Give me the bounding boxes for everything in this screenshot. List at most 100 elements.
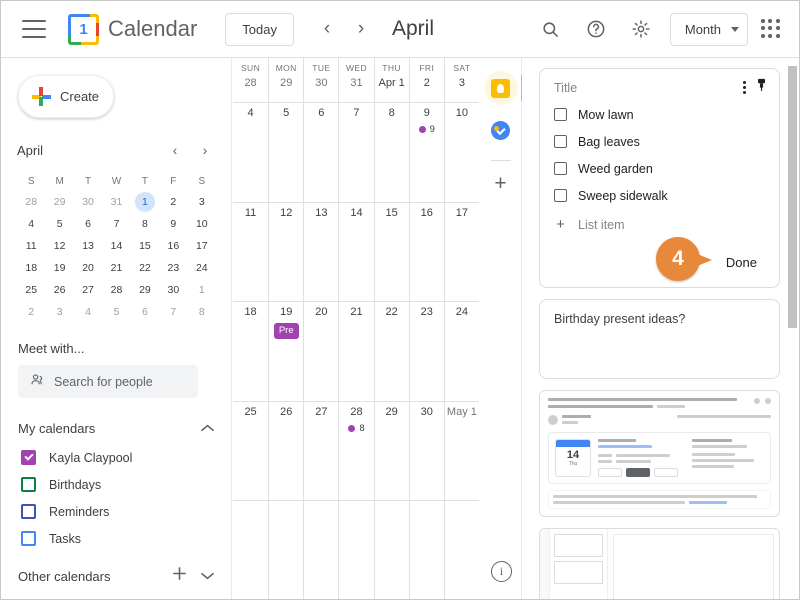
month-grid-day-cell[interactable]: 24 xyxy=(443,302,479,401)
calendar-event[interactable]: 9 xyxy=(418,124,435,135)
day-number[interactable]: 9 xyxy=(424,107,430,119)
month-grid-day-cell[interactable]: 22 xyxy=(373,302,409,401)
calendar-checkbox[interactable] xyxy=(21,450,36,465)
mini-calendar-day[interactable]: 18 xyxy=(17,257,45,279)
mini-calendar-day[interactable]: 15 xyxy=(131,235,159,257)
mini-calendar-day[interactable]: 29 xyxy=(131,279,159,301)
day-number[interactable]: 27 xyxy=(315,406,327,418)
mini-calendar-day[interactable]: 24 xyxy=(188,257,216,279)
mini-calendar-day[interactable]: 10 xyxy=(188,213,216,235)
month-grid-day-cell[interactable] xyxy=(443,501,479,599)
day-number[interactable]: 18 xyxy=(244,306,256,318)
calendar-checkbox[interactable] xyxy=(21,531,36,546)
day-number[interactable]: 6 xyxy=(318,107,324,119)
help-icon[interactable] xyxy=(580,13,612,45)
google-tasks-icon[interactable] xyxy=(484,113,518,147)
mini-calendar-day[interactable]: 9 xyxy=(159,213,187,235)
day-number[interactable]: 5 xyxy=(283,107,289,119)
day-number[interactable]: 15 xyxy=(386,207,398,219)
month-grid-day-cell[interactable]: 17 xyxy=(443,202,479,302)
month-grid-day-cell[interactable]: 19 Pre xyxy=(268,302,303,401)
mini-calendar-day[interactable]: 16 xyxy=(159,235,187,257)
day-number[interactable]: 25 xyxy=(244,406,256,418)
keep-note-document-screenshot[interactable] xyxy=(539,528,780,599)
mini-calendar-day[interactable]: 12 xyxy=(45,235,73,257)
day-number[interactable]: 4 xyxy=(248,107,254,119)
month-grid-day-cell[interactable]: May 1 xyxy=(443,401,479,501)
search-people-input[interactable]: Search for people xyxy=(18,365,198,398)
month-grid-day-cell[interactable]: 20 xyxy=(303,302,338,401)
mini-calendar-day[interactable]: 27 xyxy=(74,279,102,301)
chevron-down-icon[interactable] xyxy=(201,567,214,585)
month-grid-day-cell[interactable]: 5 xyxy=(268,103,303,202)
day-number[interactable]: 26 xyxy=(280,406,292,418)
mini-calendar-day[interactable]: 3 xyxy=(188,191,216,213)
mini-calendar-day[interactable]: 21 xyxy=(102,257,130,279)
pin-icon[interactable] xyxy=(755,78,768,97)
day-number[interactable]: 28 xyxy=(350,406,362,418)
day-number[interactable]: Apr 1 xyxy=(378,77,404,89)
calendar-list-item[interactable]: Kayla Claypool xyxy=(1,444,231,471)
calendar-event[interactable]: Pre xyxy=(273,323,299,339)
view-selector[interactable]: Month xyxy=(669,12,748,46)
keep-panel-scroll[interactable]: Title Mow lawn Bag leaves Weed garden Sweep… xyxy=(522,58,799,599)
mini-calendar-day[interactable]: 26 xyxy=(45,279,73,301)
calendar-list-item[interactable]: Tasks xyxy=(1,525,231,552)
month-grid-day-cell[interactable] xyxy=(338,501,373,599)
calendar-event[interactable]: 8 xyxy=(348,423,365,434)
mini-calendar-next-button[interactable]: › xyxy=(194,139,216,161)
day-number[interactable]: 29 xyxy=(280,77,292,89)
day-number[interactable]: 24 xyxy=(456,306,468,318)
month-grid-day-cell[interactable]: 14 xyxy=(338,202,373,302)
mini-calendar-day[interactable]: 8 xyxy=(188,301,216,323)
mini-calendar-day[interactable]: 6 xyxy=(74,213,102,235)
day-number[interactable]: May 1 xyxy=(447,406,477,418)
gear-icon[interactable] xyxy=(625,13,657,45)
chevron-up-icon[interactable] xyxy=(201,421,214,435)
checklist-item-label[interactable]: Mow lawn xyxy=(578,108,634,122)
day-number[interactable]: 20 xyxy=(315,306,327,318)
day-number[interactable]: 12 xyxy=(280,207,292,219)
note-title-placeholder[interactable]: Title xyxy=(554,81,765,95)
month-grid-day-cell[interactable] xyxy=(373,501,409,599)
mini-calendar-day[interactable]: 23 xyxy=(159,257,187,279)
day-number[interactable]: 8 xyxy=(389,107,395,119)
month-grid-day-cell[interactable]: 25 xyxy=(233,402,268,501)
month-grid-day-cell[interactable]: 99 xyxy=(408,103,444,202)
month-grid-day-cell[interactable]: 27 xyxy=(303,401,338,501)
mini-calendar-day[interactable]: 5 xyxy=(45,213,73,235)
mini-calendar-day[interactable]: 14 xyxy=(102,235,130,257)
month-grid-day-cell[interactable]: 18 xyxy=(233,302,268,401)
calendar-list-item[interactable]: Birthdays xyxy=(1,471,231,498)
checklist-item[interactable]: Weed garden xyxy=(554,155,765,182)
mini-calendar-day[interactable]: 30 xyxy=(74,191,102,213)
add-list-item-button[interactable]: + List item xyxy=(554,211,765,238)
mini-calendar-day[interactable]: 6 xyxy=(131,301,159,323)
day-number[interactable]: 3 xyxy=(459,77,465,89)
checklist-checkbox[interactable] xyxy=(554,135,567,148)
note-text[interactable]: Birthday present ideas? xyxy=(554,312,765,364)
mini-calendar-day[interactable]: 8 xyxy=(131,213,159,235)
day-number[interactable]: 23 xyxy=(421,306,433,318)
mini-calendar-day[interactable]: 25 xyxy=(17,279,45,301)
checklist-item-label[interactable]: Sweep sidewalk xyxy=(578,189,668,203)
month-grid-day-cell[interactable]: 29 xyxy=(373,401,409,501)
checklist-checkbox[interactable] xyxy=(554,108,567,121)
keep-note-text[interactable]: Birthday present ideas? xyxy=(539,299,780,379)
mini-calendar-day[interactable]: 17 xyxy=(188,235,216,257)
day-number[interactable]: 21 xyxy=(350,306,362,318)
day-number[interactable]: 2 xyxy=(424,77,430,89)
more-options-icon[interactable] xyxy=(743,81,746,94)
day-number[interactable]: 30 xyxy=(315,77,327,89)
month-grid-day-cell[interactable]: 21 xyxy=(338,302,373,401)
mini-calendar-day[interactable]: 20 xyxy=(74,257,102,279)
mini-calendar-day[interactable]: 29 xyxy=(45,191,73,213)
mini-calendar-day[interactable]: 4 xyxy=(17,213,45,235)
mini-calendar-prev-button[interactable]: ‹ xyxy=(164,139,186,161)
month-grid-day-cell[interactable]: 13 xyxy=(303,202,338,302)
mini-calendar-day[interactable]: 28 xyxy=(17,191,45,213)
keep-note-email-screenshot[interactable]: 14 Thu xyxy=(539,390,780,517)
checklist-item-label[interactable]: Bag leaves xyxy=(578,135,640,149)
day-number[interactable]: 29 xyxy=(386,406,398,418)
mini-calendar-day[interactable]: 2 xyxy=(159,191,187,213)
